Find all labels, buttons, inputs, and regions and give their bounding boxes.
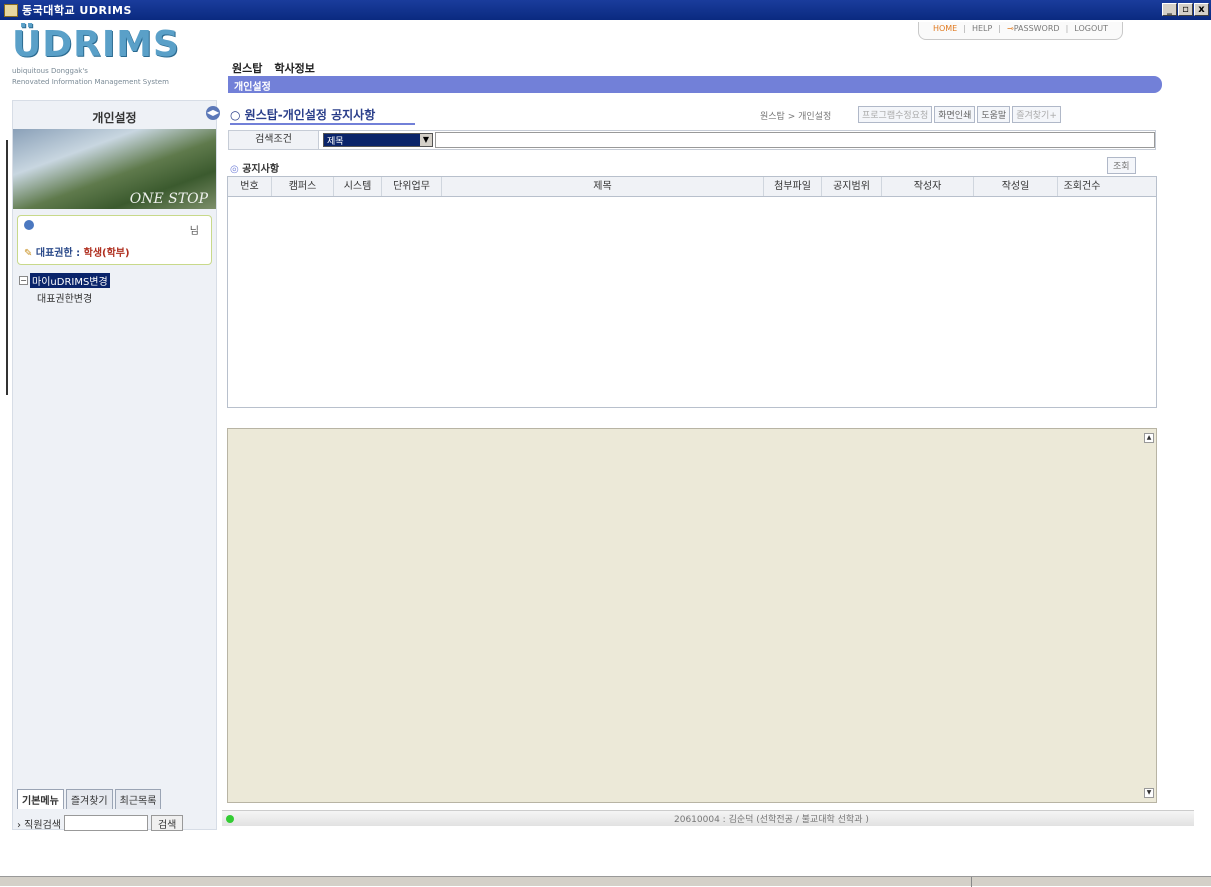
staff-search: › 직원검색 검색 [17, 813, 213, 833]
search-condition-row: 검색조건 제목 ▼ [228, 130, 1156, 150]
col-task[interactable]: 단위업무 [382, 177, 442, 196]
role-label: 대표권한 : [35, 248, 84, 259]
status-bar: 20610004 : 김순덕 (선학전공 / 불교대학 선학과 ) [222, 810, 1194, 826]
menu-item-academic[interactable]: 학사정보 [274, 60, 314, 76]
page-title: ○ 원스탑-개인설정 공지사항 [230, 106, 416, 125]
col-author[interactable]: 작성자 [882, 177, 974, 196]
col-campus[interactable]: 캠퍼스 [272, 177, 334, 196]
tree-node-role-change[interactable]: 대표권한변경 [19, 290, 210, 305]
sidebar-heading: 개인설정 [92, 111, 137, 125]
tab-recent[interactable]: 최근목록 [114, 789, 162, 809]
nav-separator: | [1065, 24, 1069, 33]
close-button[interactable]: x [1194, 3, 1209, 16]
menu-item-onestop[interactable]: 원스탑 [232, 60, 262, 76]
help-link[interactable]: HELP [972, 24, 992, 37]
query-button[interactable]: 조회 [1107, 157, 1136, 174]
os-taskbar [0, 876, 1211, 887]
section-title: ◎ 공지사항 [230, 160, 279, 175]
app-area: ÜDRIMS ubiquitous Donggak's Renovated In… [0, 20, 1211, 876]
staff-search-input[interactable] [63, 815, 148, 831]
nav-separator: | [963, 24, 966, 33]
logo-area: ÜDRIMS ubiquitous Donggak's Renovated In… [12, 24, 212, 96]
submenu-personal-settings[interactable]: 개인설정 [234, 82, 271, 93]
help-button[interactable]: 도움말 [977, 106, 1011, 123]
search-keyword-input[interactable] [435, 132, 1155, 148]
submenu-bar: 개인설정 [228, 76, 1162, 93]
window-buttons: _ ▫ x [1162, 3, 1209, 16]
sidebar-toggle-icon[interactable]: ◀▶ [206, 106, 220, 120]
col-attachment[interactable]: 첨부파일 [764, 177, 822, 196]
app-icon [4, 3, 18, 17]
section-title-label: 공지사항 [242, 164, 280, 175]
col-system[interactable]: 시스템 [334, 177, 382, 196]
staff-search-label: › 직원검색 [17, 819, 61, 831]
tab-basic-menu[interactable]: 기본메뉴 [17, 789, 64, 809]
password-link[interactable]: ⊸PASSWORD [1007, 24, 1060, 37]
logo-subtitle-1: ubiquitous Donggak's [12, 67, 88, 75]
window-titlebar: 동국대학교 UDRIMS _ ▫ x [0, 0, 1211, 20]
col-date[interactable]: 작성일 [974, 177, 1058, 196]
scroll-up-icon[interactable]: ▲ [1144, 433, 1154, 443]
user-name-suffix: 님 [189, 226, 199, 237]
col-scope[interactable]: 공지범위 [822, 177, 882, 196]
circle-icon: ◎ [230, 164, 239, 175]
tab-favorites[interactable]: 즐겨찾기 [65, 789, 113, 809]
status-indicator-icon [226, 814, 234, 823]
role-value: 학생(학부) [83, 248, 130, 259]
sidebar-tabs: 기본메뉴 즐겨찾기 최근목록 [17, 789, 162, 809]
tree-node-label[interactable]: 마이uDRIMS변경 [30, 273, 110, 288]
sidebar: 개인설정 ONE STOP 님 ✎ 대표권한 : 학생(학부) − 마이uDRI… [12, 100, 217, 833]
home-link[interactable]: HOME [933, 24, 957, 37]
program-request-button[interactable]: 프로그램수정요청 [858, 106, 933, 123]
logout-link[interactable]: LOGOUT [1074, 24, 1108, 37]
nav-separator: | [998, 24, 1001, 33]
search-condition-value: 제목 [324, 134, 420, 147]
user-icon [24, 220, 34, 230]
udrims-logo: ÜDRIMS [12, 24, 180, 65]
password-label: PASSWORD [1013, 24, 1060, 33]
role-line: ✎ 대표권한 : 학생(학부) [24, 244, 130, 259]
top-nav: HOME | HELP | ⊸PASSWORD | LOGOUT [917, 22, 1123, 40]
minimize-button[interactable]: _ [1162, 3, 1177, 16]
collapse-icon[interactable]: − [19, 276, 28, 285]
menu-tree: − 마이uDRIMS변경 대표권한변경 [13, 271, 216, 307]
notice-detail-panel[interactable]: ▲ ▼ [227, 428, 1157, 803]
col-number[interactable]: 번호 [228, 177, 272, 196]
maximize-button[interactable]: ▫ [1178, 3, 1193, 16]
key-icon: ⊸ [1007, 24, 1014, 33]
breadcrumb: 원스탑 > 개인설정 [760, 112, 832, 122]
role-icon: ✎ [24, 248, 33, 259]
tree-node-my-udrims[interactable]: − 마이uDRIMS변경 [19, 273, 210, 288]
window-title: 동국대학교 UDRIMS [22, 4, 132, 17]
chevron-down-icon[interactable]: ▼ [420, 134, 432, 146]
window-edge [6, 140, 8, 395]
col-title[interactable]: 제목 [442, 177, 764, 196]
user-info-box: 님 ✎ 대표권한 : 학생(학부) [17, 215, 212, 265]
logo-subtitle-2: Renovated Information Management System [12, 78, 169, 86]
col-views[interactable]: 조회건수 [1058, 177, 1106, 196]
add-favorite-button[interactable]: 즐겨찾기+ [1012, 106, 1061, 123]
search-condition-label: 검색조건 [229, 131, 319, 149]
search-condition-select[interactable]: 제목 ▼ [323, 133, 433, 147]
status-user-info: 20610004 : 김순덕 (선학전공 / 불교대학 선학과 ) [674, 815, 869, 825]
notice-table: 번호 캠퍼스 시스템 단위업무 제목 첨부파일 공지범위 작성자 작성일 조회건… [227, 176, 1157, 408]
header-buttons: 프로그램수정요청 화면인쇄 도움말 즐겨찾기+ [858, 106, 1061, 123]
campus-photo: ONE STOP [13, 129, 216, 209]
staff-search-button[interactable]: 검색 [150, 815, 184, 831]
table-header: 번호 캠퍼스 시스템 단위업무 제목 첨부파일 공지범위 작성자 작성일 조회건… [228, 177, 1156, 197]
scroll-down-icon[interactable]: ▼ [1144, 788, 1154, 798]
photo-caption: ONE STOP [129, 191, 208, 207]
print-button[interactable]: 화면인쇄 [934, 106, 976, 123]
main-menu: 원스탑 학사정보 [232, 60, 315, 76]
